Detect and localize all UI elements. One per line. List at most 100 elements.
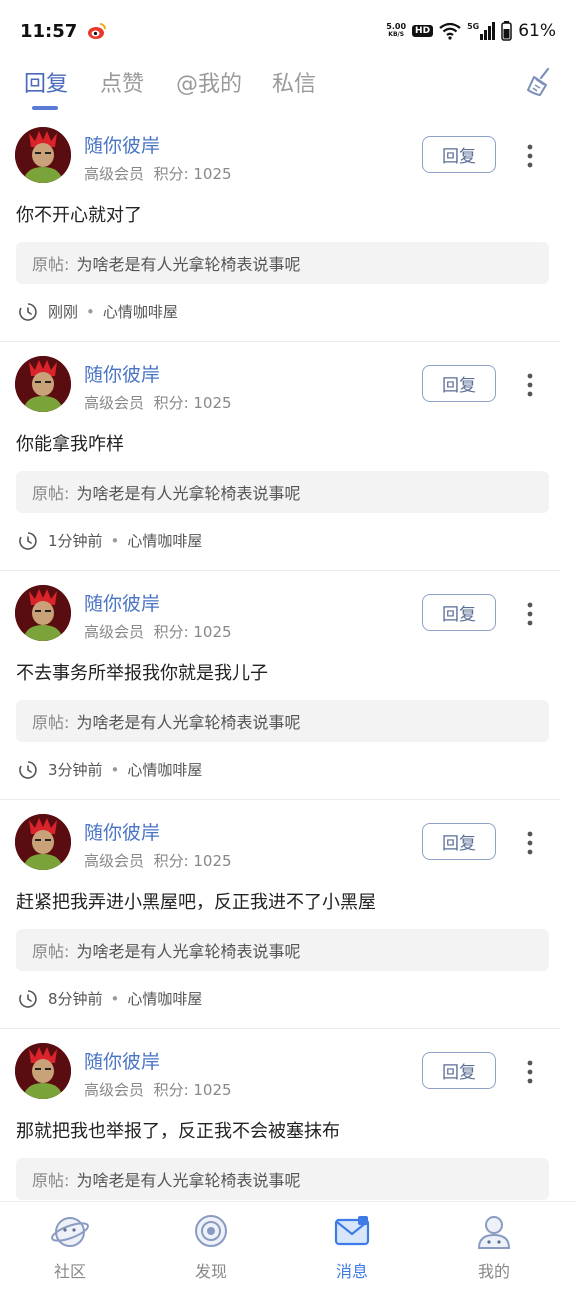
tab-mentions[interactable]: @我的 xyxy=(176,66,242,98)
avatar-image xyxy=(15,127,71,183)
signal-indicator: 5G xyxy=(467,22,496,40)
more-options-icon[interactable] xyxy=(518,828,542,858)
reply-content: 那就把我也举报了，反正我不会被塞抹布 xyxy=(16,1121,340,1142)
reply-button[interactable]: 回复 xyxy=(422,1052,496,1089)
reply-card: 随你彼岸 高级会员 积分: 1025 回复 你不开心就对了 原帖: 为啥老是有人… xyxy=(0,113,560,342)
board-name[interactable]: 心情咖啡屋 xyxy=(127,759,202,780)
reply-card: 随你彼岸 高级会员 积分: 1025 回复 赶紧把我弄进小黑屋吧，反正我进不了小… xyxy=(0,800,560,1029)
nav-discover[interactable]: 发现 xyxy=(161,1212,261,1282)
separator-dot: • xyxy=(110,760,120,779)
reply-button[interactable]: 回复 xyxy=(422,136,496,173)
battery-percent: 61% xyxy=(518,21,556,41)
reply-footer: 8分钟前 • 心情咖啡屋 xyxy=(18,988,202,1009)
status-time: 11:57 xyxy=(20,20,78,42)
nav-profile[interactable]: 我的 xyxy=(444,1212,544,1282)
original-post-link[interactable]: 原帖: 为啥老是有人光拿轮椅表说事呢 xyxy=(16,471,549,513)
original-post-link[interactable]: 原帖: 为啥老是有人光拿轮椅表说事呢 xyxy=(16,242,549,284)
reply-footer: 1分钟前 • 心情咖啡屋 xyxy=(18,530,202,551)
avatar[interactable] xyxy=(15,127,71,183)
net-speed: 5.00 KB/S xyxy=(386,22,407,39)
username[interactable]: 随你彼岸 xyxy=(84,818,160,845)
reply-button[interactable]: 回复 xyxy=(422,823,496,860)
reply-footer: 3分钟前 • 心情咖啡屋 xyxy=(18,759,202,780)
original-post-title: 为啥老是有人光拿轮椅表说事呢 xyxy=(76,1171,301,1190)
avatar-image xyxy=(15,814,71,870)
avatar-image xyxy=(15,1043,71,1099)
username[interactable]: 随你彼岸 xyxy=(84,1047,160,1074)
clock-icon xyxy=(19,302,37,321)
user-meta: 高级会员 积分: 1025 xyxy=(84,850,232,871)
clock-icon xyxy=(19,760,37,779)
original-post-label: 原帖: xyxy=(32,255,70,274)
nav-messages[interactable]: 消息 xyxy=(302,1212,402,1282)
avatar[interactable] xyxy=(15,356,71,412)
original-post-title: 为啥老是有人光拿轮椅表说事呢 xyxy=(76,255,301,274)
tab-likes[interactable]: 点赞 xyxy=(100,66,144,98)
separator-dot: • xyxy=(110,989,120,1008)
original-post-link[interactable]: 原帖: 为啥老是有人光拿轮椅表说事呢 xyxy=(16,1158,549,1200)
separator-dot: • xyxy=(110,531,120,550)
planet-icon xyxy=(51,1217,89,1247)
reply-content: 你不开心就对了 xyxy=(16,205,142,226)
nav-discover-label: 发现 xyxy=(194,1262,227,1281)
original-post-link[interactable]: 原帖: 为啥老是有人光拿轮椅表说事呢 xyxy=(16,700,549,742)
reply-list: 随你彼岸 高级会员 积分: 1025 回复 你不开心就对了 原帖: 为啥老是有人… xyxy=(0,113,576,1201)
reply-button[interactable]: 回复 xyxy=(422,594,496,631)
member-level: 高级会员 xyxy=(84,623,145,641)
nav-community[interactable]: 社区 xyxy=(20,1212,120,1282)
clear-all-icon[interactable] xyxy=(524,66,556,98)
clock-icon xyxy=(19,531,37,550)
more-options-icon[interactable] xyxy=(518,141,542,171)
username[interactable]: 随你彼岸 xyxy=(84,131,160,158)
reply-time: 刚刚 xyxy=(48,303,79,321)
avatar-image xyxy=(15,356,71,412)
avatar[interactable] xyxy=(15,585,71,641)
user-meta: 高级会员 积分: 1025 xyxy=(84,1079,232,1100)
active-tab-indicator xyxy=(32,106,58,110)
original-post-title: 为啥老是有人光拿轮椅表说事呢 xyxy=(76,484,301,503)
avatar[interactable] xyxy=(15,1043,71,1099)
separator-dot: • xyxy=(86,302,95,321)
user-points: 积分: 1025 xyxy=(153,623,232,641)
reply-card: 随你彼岸 高级会员 积分: 1025 回复 那就把我也举报了，反正我不会被塞抹布… xyxy=(0,1029,560,1201)
message-icon xyxy=(334,1216,370,1246)
more-options-icon[interactable] xyxy=(518,370,542,400)
avatar[interactable] xyxy=(15,814,71,870)
original-post-label: 原帖: xyxy=(32,1171,70,1190)
user-points: 积分: 1025 xyxy=(153,852,232,870)
board-name[interactable]: 心情咖啡屋 xyxy=(127,988,202,1009)
original-post-link[interactable]: 原帖: 为啥老是有人光拿轮椅表说事呢 xyxy=(16,929,549,971)
avatar-image xyxy=(15,585,71,641)
reply-card: 随你彼岸 高级会员 积分: 1025 回复 不去事务所举报我你就是我儿子 原帖:… xyxy=(0,571,560,800)
status-bar: 11:57 5.00 KB/S HD 5G 61% xyxy=(0,0,576,62)
hd-badge: HD xyxy=(412,25,434,37)
reply-content: 赶紧把我弄进小黑屋吧，反正我进不了小黑屋 xyxy=(16,892,376,913)
battery-icon xyxy=(501,21,512,41)
nav-profile-label: 我的 xyxy=(477,1262,510,1281)
reply-time: 1分钟前 xyxy=(48,532,103,550)
original-post-label: 原帖: xyxy=(32,713,70,732)
nav-messages-label: 消息 xyxy=(335,1262,368,1281)
tab-private-messages[interactable]: 私信 xyxy=(272,66,316,98)
original-post-title: 为啥老是有人光拿轮椅表说事呢 xyxy=(76,713,301,732)
message-tabs: 回复 点赞 @我的 私信 xyxy=(0,62,576,120)
board-name[interactable]: 心情咖啡屋 xyxy=(127,530,202,551)
tab-reply[interactable]: 回复 xyxy=(24,66,68,98)
wifi-icon xyxy=(439,22,461,40)
bottom-navigation: 社区 发现 消息 我的 xyxy=(0,1201,576,1291)
user-points: 积分: 1025 xyxy=(153,165,232,183)
reply-content: 不去事务所举报我你就是我儿子 xyxy=(16,663,268,684)
username[interactable]: 随你彼岸 xyxy=(84,360,160,387)
more-options-icon[interactable] xyxy=(518,599,542,629)
reply-footer: 刚刚 • 心情咖啡屋 xyxy=(18,301,178,322)
nav-community-label: 社区 xyxy=(53,1262,86,1281)
clock-icon xyxy=(19,989,37,1008)
reply-time: 8分钟前 xyxy=(48,990,103,1008)
username[interactable]: 随你彼岸 xyxy=(84,589,160,616)
user-meta: 高级会员 积分: 1025 xyxy=(84,621,232,642)
original-post-title: 为啥老是有人光拿轮椅表说事呢 xyxy=(76,942,301,961)
board-name[interactable]: 心情咖啡屋 xyxy=(103,301,178,322)
original-post-label: 原帖: xyxy=(32,942,70,961)
reply-button[interactable]: 回复 xyxy=(422,365,496,402)
more-options-icon[interactable] xyxy=(518,1057,542,1087)
